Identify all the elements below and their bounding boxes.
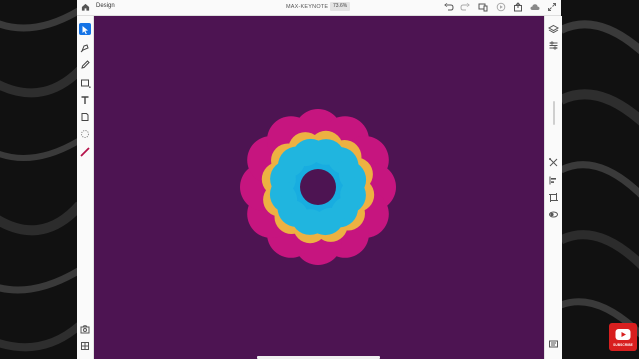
brush-tool[interactable]: [79, 145, 91, 157]
rectangle-icon: [81, 79, 91, 88]
select-tool[interactable]: [79, 23, 91, 35]
subscribe-label: SUBSCRIBE: [613, 343, 633, 347]
home-icon[interactable]: [81, 2, 90, 12]
flower-artwork[interactable]: [94, 16, 544, 359]
text-icon: [81, 96, 89, 104]
pen-icon: [80, 44, 89, 53]
youtube-play-icon: [615, 329, 631, 340]
ellipse-tool[interactable]: [79, 127, 91, 139]
tab-design[interactable]: Design: [96, 3, 115, 9]
share-icon[interactable]: [513, 2, 523, 12]
zoom-level[interactable]: 73.6%: [330, 2, 351, 11]
properties-icon[interactable]: [548, 40, 559, 51]
layers-icon[interactable]: [548, 24, 559, 35]
undo-icon[interactable]: [444, 2, 454, 12]
document-title[interactable]: MAX-KEYNOTE: [286, 4, 328, 10]
crop-icon[interactable]: [548, 192, 559, 203]
opacity-icon[interactable]: [548, 209, 559, 220]
brush-icon: [80, 147, 90, 157]
pen-tool[interactable]: [79, 41, 91, 53]
text-tool[interactable]: [79, 93, 91, 105]
pencil-tool[interactable]: [79, 58, 91, 70]
top-bar: Design MAX-KEYNOTE 73.6%: [77, 0, 561, 16]
camera-button[interactable]: [79, 322, 91, 334]
dashed-circle-icon: [81, 130, 89, 138]
fullscreen-icon[interactable]: [547, 2, 557, 12]
image-icon: [81, 113, 89, 121]
comments-icon[interactable]: [548, 339, 559, 350]
device-preview-icon[interactable]: [478, 2, 488, 12]
right-toolbar: [544, 16, 562, 359]
arrow-pointer-icon: [82, 26, 88, 35]
camera-icon: [80, 325, 90, 334]
shape-tool[interactable]: [79, 76, 91, 88]
play-preview-icon[interactable]: [496, 2, 506, 12]
background-right: [561, 0, 639, 359]
xd-app-window: Design MAX-KEYNOTE 73.6%: [77, 0, 562, 359]
redo-icon[interactable]: [460, 2, 470, 12]
left-toolbar: [77, 16, 94, 359]
cloud-icon[interactable]: [530, 2, 540, 12]
background-left: [0, 0, 77, 359]
pencil-icon: [81, 60, 90, 69]
subscribe-button[interactable]: SUBSCRIBE: [609, 323, 637, 351]
align-icon[interactable]: [548, 175, 559, 186]
transform-icon[interactable]: [548, 157, 559, 168]
panel-scrollbar[interactable]: [553, 101, 555, 125]
plugins-icon: [81, 342, 89, 350]
plugins-button[interactable]: [79, 339, 91, 351]
flower-center: [300, 169, 336, 205]
artboard-canvas[interactable]: [94, 16, 544, 359]
image-tool[interactable]: [79, 110, 91, 122]
